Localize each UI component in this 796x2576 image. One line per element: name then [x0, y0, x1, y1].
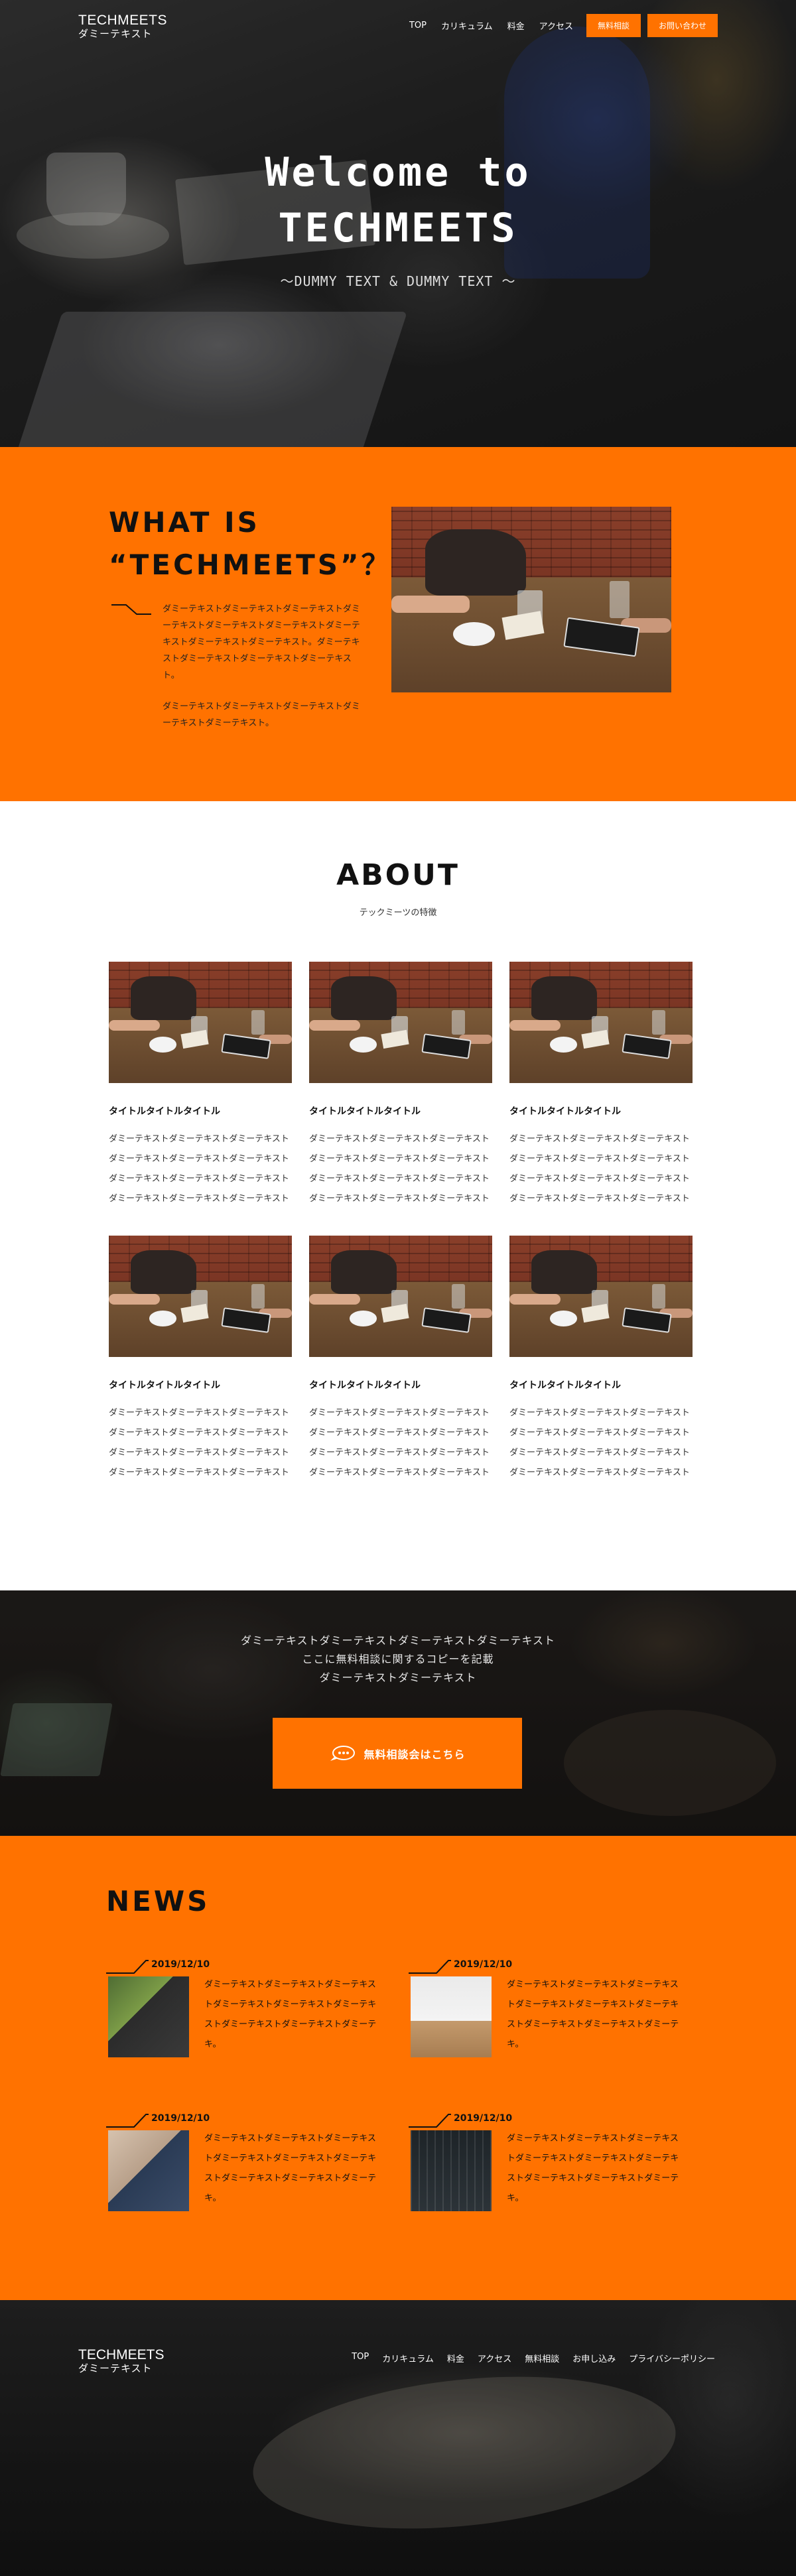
news-title: NEWS — [106, 1885, 210, 1917]
nav-access[interactable]: アクセス — [539, 19, 573, 32]
hero-title: Welcome to TECHMEETS — [265, 149, 531, 251]
footer-logo-tagline: ダミーテキスト — [78, 2362, 153, 2374]
consult-cta-section: ダミーテキストダミーテキストダミーテキストダミーテキスト ここに無料相談に関する… — [0, 1590, 796, 1836]
chat-bubble-icon — [330, 1745, 356, 1761]
about-section: ABOUT テックミーツの特徴 タイトルタイトルタイトル ダミーテキストダミーテ… — [0, 801, 796, 1590]
footer-nav-privacy[interactable]: プライバシーポリシー — [629, 2352, 715, 2364]
news-date: 2019/12/10 — [151, 1959, 210, 1970]
news-thumbnail — [108, 2130, 189, 2211]
whatis-body: ダミーテキストダミーテキストダミーテキストダミーテキストダミーテキストダミーテキ… — [163, 601, 368, 732]
footer-overlay — [0, 2300, 796, 2576]
cta-copy: ダミーテキストダミーテキストダミーテキストダミーテキスト ここに無料相談に関する… — [240, 1634, 556, 1684]
whatis-paragraph: ダミーテキストダミーテキストダミーテキストダミーテキストダミーテキストダミーテキ… — [163, 604, 360, 680]
free-consult-button[interactable]: 無料相談 — [586, 14, 641, 37]
logo-tagline: ダミーテキスト — [78, 28, 153, 40]
feature-text: ダミーテキストダミーテキストダミーテキストダミーテキストダミーテキストダミーテキ… — [109, 1134, 289, 1204]
site-logo[interactable]: TECHMEETS ダミーテキスト — [78, 13, 167, 39]
feature-card: タイトルタイトルタイトル ダミーテキストダミーテキストダミーテキストダミーテキス… — [109, 1236, 292, 1483]
feature-title: タイトルタイトルタイトル — [509, 1380, 621, 1391]
site-header: TECHMEETS ダミーテキスト TOP カリキュラム 料金 アクセス 無料相… — [0, 0, 796, 50]
feature-text: ダミーテキストダミーテキストダミーテキストダミーテキストダミーテキストダミーテキ… — [309, 1408, 490, 1478]
feature-title: タイトルタイトルタイトル — [509, 1106, 621, 1117]
feature-photo — [309, 1236, 492, 1357]
whatis-section: WHAT IS “TECHMEETS”？ ダミーテキストダミーテキストダミーテキ… — [0, 447, 796, 801]
news-text: ダミーテキストダミーテキストダミーテキストダミーテキストダミーテキストダミーテキ… — [204, 2134, 377, 2203]
nav-pricing[interactable]: 料金 — [507, 19, 525, 32]
hero-subtitle: ～DUMMY TEXT & DUMMY TEXT ～ — [280, 273, 516, 289]
footer-nav-access[interactable]: アクセス — [478, 2352, 511, 2364]
footer-nav: TOP カリキュラム 料金 アクセス 無料相談 お申し込み プライバシーポリシー — [338, 2352, 715, 2364]
whatis-title: WHAT IS “TECHMEETS”？ — [109, 506, 392, 581]
whatis-photo — [391, 507, 671, 692]
news-item[interactable]: 2019/12/10 ダミーテキストダミーテキストダミーテキストダミーテキストダ… — [106, 1959, 387, 2077]
feature-card: タイトルタイトルタイトル ダミーテキストダミーテキストダミーテキストダミーテキス… — [309, 1236, 492, 1483]
feature-card: タイトルタイトルタイトル ダミーテキストダミーテキストダミーテキストダミーテキス… — [509, 962, 693, 1209]
news-date: 2019/12/10 — [454, 2113, 513, 2124]
feature-cards: タイトルタイトルタイトル ダミーテキストダミーテキストダミーテキストダミーテキス… — [109, 962, 693, 1483]
news-text: ダミーテキストダミーテキストダミーテキストダミーテキストダミーテキストダミーテキ… — [507, 2134, 679, 2203]
feature-photo — [509, 962, 693, 1083]
footer-nav-top[interactable]: TOP — [352, 2352, 369, 2364]
nav-curriculum[interactable]: カリキュラム — [441, 19, 493, 32]
feature-title: タイトルタイトルタイトル — [309, 1106, 421, 1117]
feature-text: ダミーテキストダミーテキストダミーテキストダミーテキストダミーテキストダミーテキ… — [309, 1134, 490, 1204]
footer-nav-pricing[interactable]: 料金 — [447, 2352, 464, 2364]
site-footer: TECHMEETS ダミーテキスト TOP カリキュラム 料金 アクセス 無料相… — [0, 2300, 796, 2576]
free-consult-session-button[interactable]: 無料相談会はこちら — [273, 1718, 522, 1789]
feature-photo — [109, 962, 292, 1083]
whatis-paragraph: ダミーテキストダミーテキストダミーテキストダミーテキストダミーテキスト。 — [163, 702, 360, 728]
accent-line-icon — [111, 604, 151, 615]
logo-wordmark: TECHMEETS — [78, 13, 168, 28]
about-subtitle: テックミーツの特徴 — [359, 908, 437, 918]
news-accent-line-icon — [106, 1960, 149, 1974]
news-text: ダミーテキストダミーテキストダミーテキストダミーテキストダミーテキストダミーテキ… — [204, 1980, 377, 2049]
feature-text: ダミーテキストダミーテキストダミーテキストダミーテキストダミーテキストダミーテキ… — [509, 1408, 690, 1478]
news-item[interactable]: 2019/12/10 ダミーテキストダミーテキストダミーテキストダミーテキストダ… — [409, 2113, 690, 2231]
feature-title: タイトルタイトルタイトル — [109, 1380, 220, 1391]
cta-button-label: 無料相談会はこちら — [364, 1748, 466, 1761]
news-section: NEWS 2019/12/10 ダミーテキストダミーテキストダミーテキストダミー… — [0, 1836, 796, 2300]
feature-text: ダミーテキストダミーテキストダミーテキストダミーテキストダミーテキストダミーテキ… — [109, 1408, 289, 1478]
feature-text: ダミーテキストダミーテキストダミーテキストダミーテキストダミーテキストダミーテキ… — [509, 1134, 690, 1204]
feature-photo — [109, 1236, 292, 1357]
footer-nav-curriculum[interactable]: カリキュラム — [382, 2352, 434, 2364]
footer-logo[interactable]: TECHMEETS ダミーテキスト — [78, 2348, 165, 2374]
main-nav: TOP カリキュラム 料金 アクセス 無料相談 お問い合わせ — [395, 14, 718, 37]
news-thumbnail — [411, 1976, 492, 2057]
feature-card: タイトルタイトルタイトル ダミーテキストダミーテキストダミーテキストダミーテキス… — [109, 962, 292, 1209]
nav-top[interactable]: TOP — [409, 21, 427, 31]
feature-card: タイトルタイトルタイトル ダミーテキストダミーテキストダミーテキストダミーテキス… — [309, 962, 492, 1209]
news-date: 2019/12/10 — [454, 1959, 513, 1970]
feature-title: タイトルタイトルタイトル — [109, 1106, 220, 1117]
about-title: ABOUT — [336, 858, 460, 892]
footer-nav-free-consult[interactable]: 無料相談 — [525, 2352, 559, 2364]
footer-nav-apply[interactable]: お申し込み — [572, 2352, 616, 2364]
news-list: 2019/12/10 ダミーテキストダミーテキストダミーテキストダミーテキストダ… — [106, 1959, 690, 2231]
hero-text: Welcome to TECHMEETS ～DUMMY TEXT & DUMMY… — [0, 145, 796, 290]
news-thumbnail — [108, 1976, 189, 2057]
feature-photo — [509, 1236, 693, 1357]
news-accent-line-icon — [106, 2114, 149, 2128]
feature-card: タイトルタイトルタイトル ダミーテキストダミーテキストダミーテキストダミーテキス… — [509, 1236, 693, 1483]
news-date: 2019/12/10 — [151, 2113, 210, 2124]
feature-photo — [309, 962, 492, 1083]
feature-title: タイトルタイトルタイトル — [309, 1380, 421, 1391]
news-item[interactable]: 2019/12/10 ダミーテキストダミーテキストダミーテキストダミーテキストダ… — [106, 2113, 387, 2231]
news-item[interactable]: 2019/12/10 ダミーテキストダミーテキストダミーテキストダミーテキストダ… — [409, 1959, 690, 2077]
news-accent-line-icon — [409, 1960, 451, 1974]
hero-section: TECHMEETS ダミーテキスト TOP カリキュラム 料金 アクセス 無料相… — [0, 0, 796, 447]
contact-button[interactable]: お問い合わせ — [647, 14, 718, 37]
news-accent-line-icon — [409, 2114, 451, 2128]
cta-overlay — [0, 1590, 796, 1836]
news-thumbnail — [411, 2130, 492, 2211]
footer-logo-wordmark: TECHMEETS — [78, 2347, 165, 2362]
news-text: ダミーテキストダミーテキストダミーテキストダミーテキストダミーテキストダミーテキ… — [507, 1980, 679, 2049]
